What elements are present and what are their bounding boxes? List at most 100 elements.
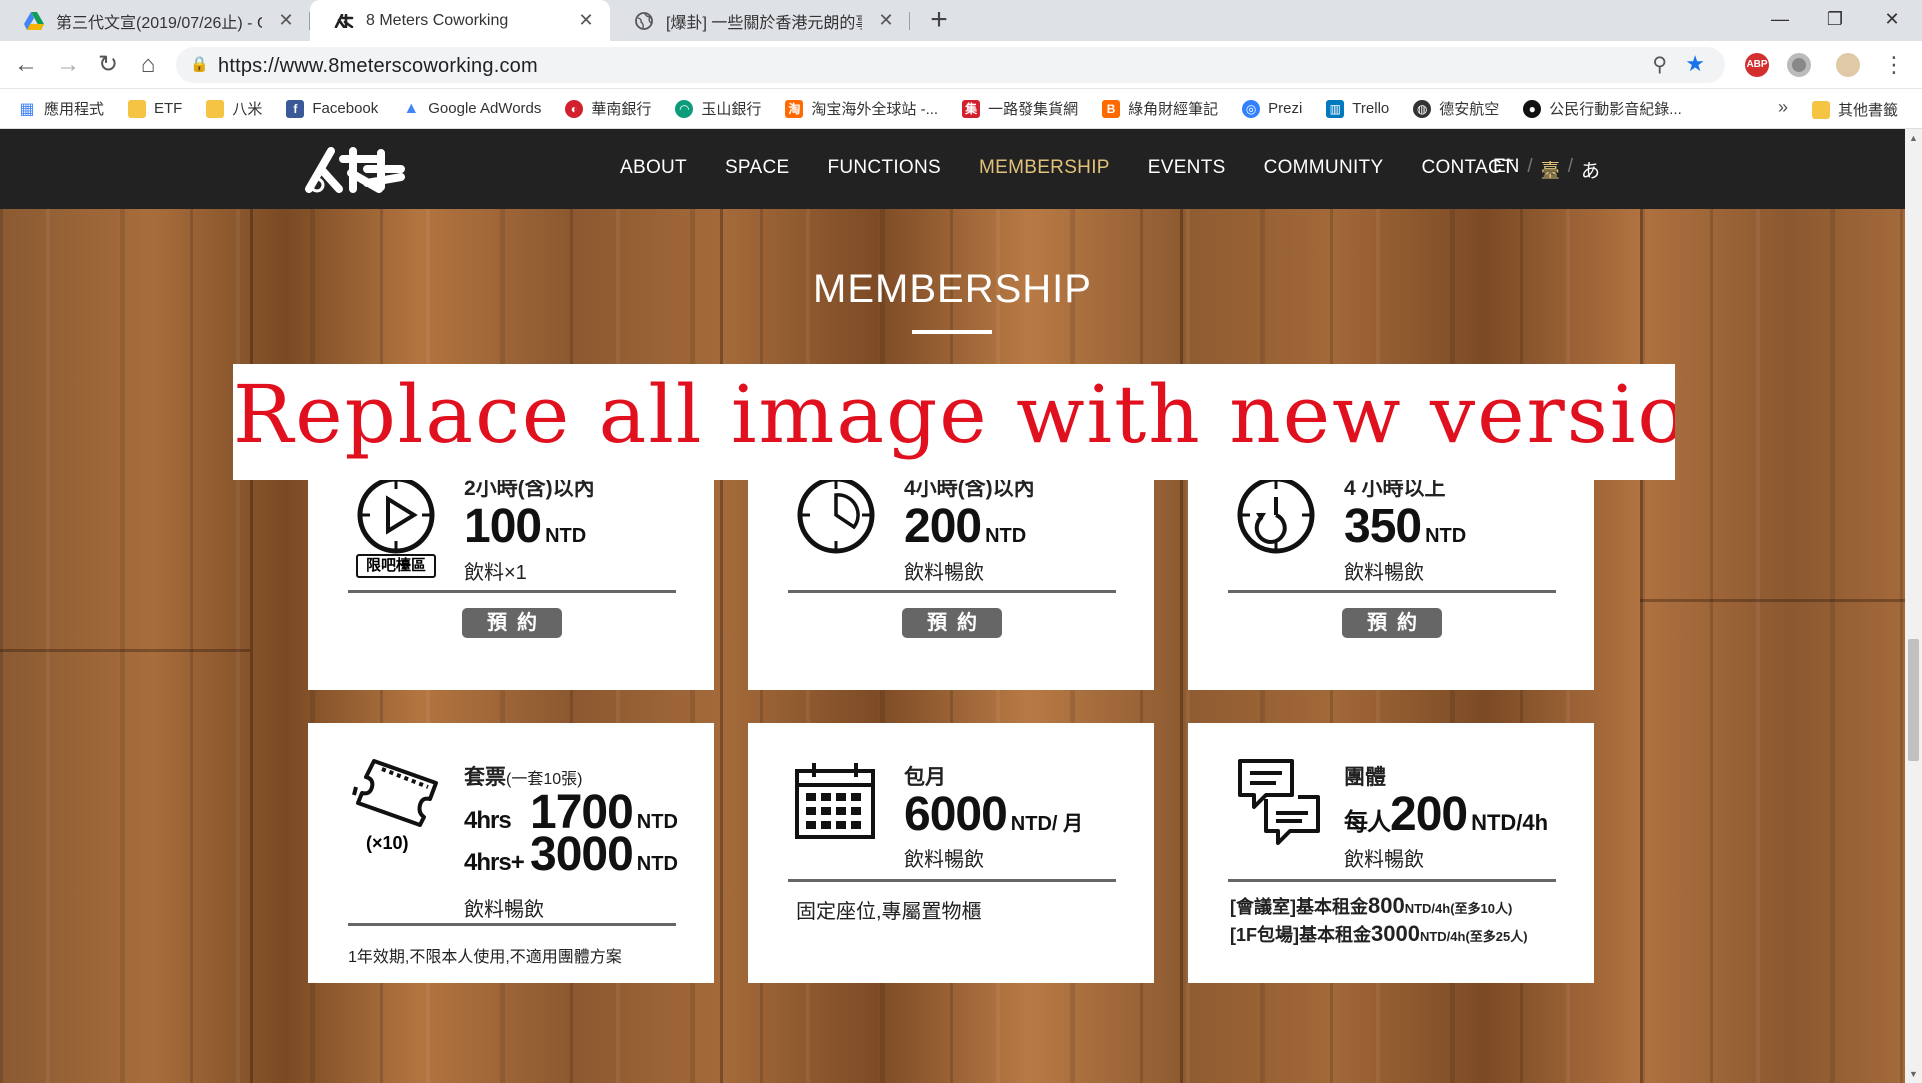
language-switcher: EN / 臺 / あ (1493, 156, 1600, 183)
note-price: 3000 (1371, 921, 1420, 946)
site-logo[interactable] (305, 147, 405, 193)
bookmark-label: Facebook (312, 100, 379, 117)
globe-icon (634, 11, 654, 31)
plan-price: 6000 NTD/ 月 (904, 787, 1083, 842)
zoom-icon[interactable]: ⚲ (1652, 52, 1667, 77)
trello-icon: ▥ (1326, 99, 1345, 118)
bookmark-etf[interactable]: ETF (128, 99, 182, 118)
other-bookmarks[interactable]: 其他書籤 (1811, 99, 1898, 120)
close-tab-icon[interactable]: ✕ (274, 10, 298, 31)
bookmark-airline[interactable]: ◍ 德安航空 (1413, 98, 1499, 119)
nav-community[interactable]: COMMUNITY (1264, 157, 1384, 179)
close-tab-icon[interactable]: ✕ (574, 10, 598, 31)
bookmark-civic[interactable]: ● 公民行動影音紀錄... (1523, 98, 1682, 119)
globe-icon: ◍ (1413, 99, 1432, 118)
maximize-button[interactable]: ❐ (1805, 0, 1865, 41)
lang-en[interactable]: EN (1493, 156, 1519, 183)
bookmark-bank-2[interactable]: ◠ 玉山銀行 (675, 98, 761, 119)
membership-card-2h: 限吧檯區 2小時(含)以內 100 NTD 飲料×1 預約 (308, 454, 714, 690)
bookmark-label: 八米 (232, 101, 263, 118)
bookmark-bank-1[interactable]: ◐ 華南銀行 (565, 98, 651, 119)
plan-price: 350 NTD (1344, 499, 1466, 554)
bookmark-prezi[interactable]: ◎ Prezi (1242, 99, 1303, 118)
bookmark-blog[interactable]: B 綠角財經筆記 (1102, 98, 1218, 119)
bookmark-label: 其他書籤 (1837, 102, 1898, 119)
page-scrollbar[interactable]: ▲ ▼ (1905, 129, 1922, 1083)
bookmark-star-icon[interactable]: ★ (1685, 51, 1705, 77)
bookmark-google-adwords[interactable]: ▲ Google AdWords (402, 100, 541, 118)
forward-button[interactable]: → (52, 49, 84, 81)
note-unit: NTD/4h (1404, 901, 1451, 916)
extension-circle-icon[interactable] (1787, 53, 1811, 77)
bookmark-label: Google AdWords (428, 100, 542, 117)
tab-8-meters-coworking[interactable]: 8 Meters Coworking ✕ (310, 0, 610, 41)
shipping-icon: 集 (962, 99, 981, 118)
bookmark-label: 淘宝海外全球站 -... (811, 101, 939, 118)
bookmark-trello[interactable]: ▥ Trello (1326, 99, 1389, 118)
bookmark-apps[interactable]: ▦ 應用程式 (18, 98, 104, 119)
nav-membership[interactable]: MEMBERSHIP (979, 157, 1110, 179)
screen: 第三代文宣(2019/07/26止) - Go ✕ 8 Meters Cowor… (0, 0, 1922, 1083)
close-tab-icon[interactable]: ✕ (874, 10, 898, 31)
card-divider (788, 879, 1116, 882)
folder-icon (1811, 100, 1830, 119)
close-window-button[interactable]: ✕ (1862, 0, 1922, 41)
reload-button[interactable]: ↻ (92, 49, 124, 81)
menu-icon[interactable]: ⋮ (1878, 49, 1910, 81)
bookmarks-overflow-button[interactable]: » (1778, 97, 1788, 118)
tickets-icon (352, 759, 438, 827)
price-unit: NTD (1425, 525, 1467, 547)
adblock-plus-icon[interactable]: ABP (1745, 53, 1769, 77)
nav-functions[interactable]: FUNCTIONS (827, 157, 941, 179)
bookmark-8m[interactable]: 八米 (206, 98, 262, 119)
plan-price: 200 NTD (904, 499, 1026, 554)
book-button-4h-plus[interactable]: 預約 (1342, 608, 1442, 638)
bookmark-label: 華南銀行 (591, 101, 652, 118)
bookmark-shipping[interactable]: 集 一路發集貨網 (962, 98, 1078, 119)
scroll-down-arrow-icon[interactable]: ▼ (1905, 1069, 1922, 1079)
tab-google-drive[interactable]: 第三代文宣(2019/07/26止) - Go ✕ (0, 0, 310, 41)
profile-avatar-icon[interactable] (1836, 53, 1860, 77)
book-button-4h[interactable]: 預約 (902, 608, 1002, 638)
nav-events[interactable]: EVENTS (1148, 157, 1226, 179)
nav-about[interactable]: ABOUT (620, 157, 687, 179)
lang-separator: / (1567, 156, 1573, 177)
bookmark-taobao[interactable]: 淘 淘宝海外全球站 -... (785, 98, 938, 119)
tab-forum-post[interactable]: [爆卦] 一些關於香港元朗的事 - 看 ✕ (610, 0, 910, 41)
price-prefix: 每人 (1344, 809, 1391, 836)
bookmark-label: 德安航空 (1439, 101, 1500, 118)
url-text: https://www.8meterscoworking.com (218, 55, 538, 77)
section-underline (912, 330, 992, 334)
new-tab-button[interactable]: + (922, 4, 956, 38)
scroll-up-arrow-icon[interactable]: ▲ (1905, 133, 1922, 143)
chat-bubbles-icon (1238, 759, 1320, 845)
wood-joint (1180, 209, 1183, 1083)
membership-card-group: 團體 每人200 NTD/4h 飲料暢飲 [會議室]基本租金800NTD/4h(至… (1188, 723, 1594, 983)
bookmark-label: Prezi (1268, 100, 1303, 117)
toolbar: ← → ↻ ⌂ 🔒 https://www.8meterscoworking.c… (0, 41, 1922, 89)
tab-title: [爆卦] 一些關於香港元朗的事 - 看 (666, 14, 862, 32)
tab-separator (909, 12, 910, 30)
plan-drink: 飲料暢飲 (904, 562, 984, 584)
site-header: ABOUT SPACE FUNCTIONS MEMBERSHIP EVENTS … (0, 129, 1905, 209)
home-button[interactable]: ⌂ (132, 49, 164, 81)
minimize-button[interactable]: — (1750, 0, 1810, 41)
bookmark-facebook[interactable]: f Facebook (286, 99, 379, 118)
lang-zh-tw[interactable]: 臺 (1541, 156, 1560, 183)
wood-joint (1640, 209, 1643, 1083)
price-unit: NTD/ 月 (1010, 813, 1083, 835)
note-capacity: (至多25人) (1465, 929, 1528, 944)
back-button[interactable]: ← (10, 49, 42, 81)
scrollbar-thumb[interactable] (1908, 639, 1919, 761)
plan-drink: 飲料×1 (464, 562, 527, 584)
tab-title: 8 Meters Coworking (366, 11, 509, 29)
nav-space[interactable]: SPACE (725, 157, 790, 179)
note-capacity: (至多10人) (1450, 901, 1513, 916)
address-bar[interactable]: 🔒 https://www.8meterscoworking.com ⚲ ★ (176, 47, 1725, 83)
price-unit: NTD/4h (1471, 810, 1549, 835)
book-button-2h[interactable]: 預約 (462, 608, 562, 638)
lang-ja[interactable]: あ (1581, 156, 1600, 183)
bookmark-label: 玉山銀行 (701, 101, 762, 118)
bookmark-label: 一路發集貨網 (988, 101, 1079, 118)
lock-icon: 🔒 (190, 56, 209, 73)
